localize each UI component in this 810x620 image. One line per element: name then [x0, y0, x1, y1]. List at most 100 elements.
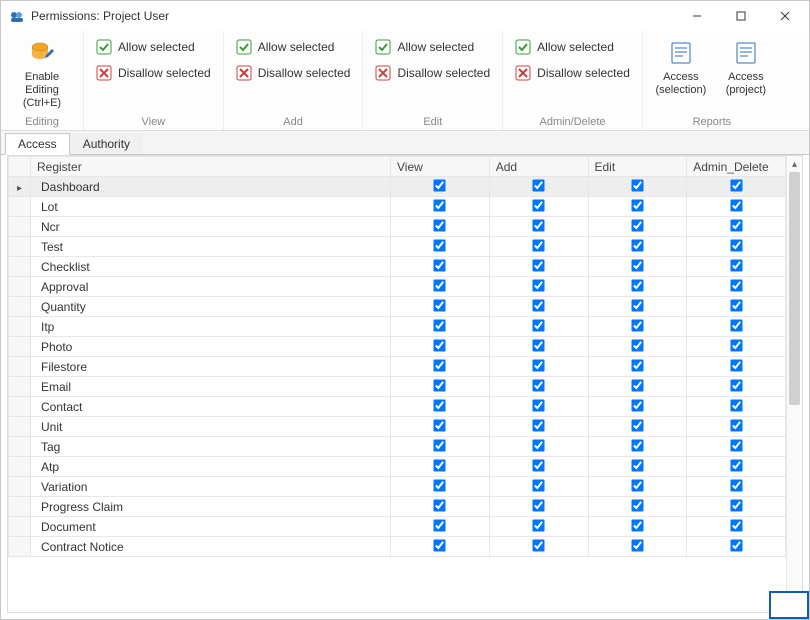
add-checkbox[interactable]: [532, 419, 544, 431]
edit-checkbox[interactable]: [631, 319, 643, 331]
edit-checkbox[interactable]: [631, 239, 643, 251]
edit-checkbox[interactable]: [631, 419, 643, 431]
view-checkbox[interactable]: [434, 319, 446, 331]
table-row[interactable]: Itp: [9, 317, 786, 337]
add-checkbox[interactable]: [532, 499, 544, 511]
edit-checkbox[interactable]: [631, 379, 643, 391]
table-row[interactable]: Contract Notice: [9, 537, 786, 557]
add-checkbox[interactable]: [532, 199, 544, 211]
view-checkbox[interactable]: [434, 219, 446, 231]
admin-checkbox[interactable]: [730, 499, 742, 511]
add-checkbox[interactable]: [532, 239, 544, 251]
add-checkbox[interactable]: [532, 359, 544, 371]
row-marker[interactable]: [9, 397, 31, 417]
edit-allow-button[interactable]: Allow selected: [369, 35, 496, 59]
view-checkbox[interactable]: [434, 399, 446, 411]
view-checkbox[interactable]: [434, 259, 446, 271]
admin-checkbox[interactable]: [730, 439, 742, 451]
edit-checkbox[interactable]: [631, 439, 643, 451]
row-marker[interactable]: [9, 437, 31, 457]
admin-checkbox[interactable]: [730, 479, 742, 491]
table-row[interactable]: Progress Claim: [9, 497, 786, 517]
table-row[interactable]: Checklist: [9, 257, 786, 277]
row-marker[interactable]: [9, 217, 31, 237]
col-view[interactable]: View: [391, 157, 490, 177]
add-checkbox[interactable]: [532, 319, 544, 331]
add-checkbox[interactable]: [532, 479, 544, 491]
admin-checkbox[interactable]: [730, 399, 742, 411]
admin-checkbox[interactable]: [730, 199, 742, 211]
view-checkbox[interactable]: [434, 339, 446, 351]
view-checkbox[interactable]: [434, 299, 446, 311]
add-checkbox[interactable]: [532, 399, 544, 411]
view-checkbox[interactable]: [434, 499, 446, 511]
view-checkbox[interactable]: [434, 479, 446, 491]
access-project-button[interactable]: Access (project): [717, 35, 775, 101]
view-checkbox[interactable]: [434, 279, 446, 291]
table-row[interactable]: Document: [9, 517, 786, 537]
admin-checkbox[interactable]: [730, 239, 742, 251]
edit-checkbox[interactable]: [631, 459, 643, 471]
row-marker[interactable]: [9, 237, 31, 257]
row-marker[interactable]: [9, 497, 31, 517]
edit-checkbox[interactable]: [631, 499, 643, 511]
scroll-up-arrow-icon[interactable]: ▴: [787, 156, 802, 172]
edit-checkbox[interactable]: [631, 519, 643, 531]
view-checkbox[interactable]: [434, 439, 446, 451]
admin-disallow-button[interactable]: Disallow selected: [509, 61, 636, 85]
table-row[interactable]: Photo: [9, 337, 786, 357]
row-marker[interactable]: [9, 197, 31, 217]
view-checkbox[interactable]: [434, 419, 446, 431]
table-row[interactable]: Approval: [9, 277, 786, 297]
view-checkbox[interactable]: [434, 459, 446, 471]
row-marker[interactable]: [9, 357, 31, 377]
col-admin[interactable]: Admin_Delete: [687, 157, 786, 177]
admin-checkbox[interactable]: [730, 539, 742, 551]
view-disallow-button[interactable]: Disallow selected: [90, 61, 217, 85]
row-marker[interactable]: [9, 297, 31, 317]
view-checkbox[interactable]: [434, 239, 446, 251]
add-checkbox[interactable]: [532, 539, 544, 551]
edit-checkbox[interactable]: [631, 339, 643, 351]
view-checkbox[interactable]: [434, 519, 446, 531]
table-row[interactable]: Ncr: [9, 217, 786, 237]
add-checkbox[interactable]: [532, 339, 544, 351]
view-checkbox[interactable]: [434, 199, 446, 211]
row-marker[interactable]: [9, 477, 31, 497]
admin-checkbox[interactable]: [730, 319, 742, 331]
add-checkbox[interactable]: [532, 379, 544, 391]
admin-checkbox[interactable]: [730, 419, 742, 431]
scroll-track[interactable]: [787, 172, 802, 596]
add-checkbox[interactable]: [532, 299, 544, 311]
admin-checkbox[interactable]: [730, 179, 742, 191]
admin-checkbox[interactable]: [730, 459, 742, 471]
row-marker[interactable]: [9, 277, 31, 297]
col-register[interactable]: Register: [31, 157, 391, 177]
vertical-scrollbar[interactable]: ▴ ▾: [786, 156, 802, 612]
admin-checkbox[interactable]: [730, 259, 742, 271]
table-row[interactable]: Test: [9, 237, 786, 257]
row-marker[interactable]: [9, 417, 31, 437]
resize-grip-focus[interactable]: [769, 591, 809, 619]
add-checkbox[interactable]: [532, 519, 544, 531]
edit-checkbox[interactable]: [631, 219, 643, 231]
edit-checkbox[interactable]: [631, 179, 643, 191]
edit-checkbox[interactable]: [631, 279, 643, 291]
enable-editing-button[interactable]: Enable Editing (Ctrl+E): [7, 35, 77, 114]
admin-checkbox[interactable]: [730, 359, 742, 371]
row-marker[interactable]: [9, 177, 31, 197]
view-allow-button[interactable]: Allow selected: [90, 35, 217, 59]
table-row[interactable]: Filestore: [9, 357, 786, 377]
view-checkbox[interactable]: [434, 179, 446, 191]
row-marker[interactable]: [9, 517, 31, 537]
edit-checkbox[interactable]: [631, 479, 643, 491]
admin-checkbox[interactable]: [730, 279, 742, 291]
table-row[interactable]: Email: [9, 377, 786, 397]
add-allow-button[interactable]: Allow selected: [230, 35, 357, 59]
table-row[interactable]: Unit: [9, 417, 786, 437]
admin-checkbox[interactable]: [730, 339, 742, 351]
admin-checkbox[interactable]: [730, 299, 742, 311]
admin-checkbox[interactable]: [730, 519, 742, 531]
view-checkbox[interactable]: [434, 359, 446, 371]
row-marker[interactable]: [9, 457, 31, 477]
